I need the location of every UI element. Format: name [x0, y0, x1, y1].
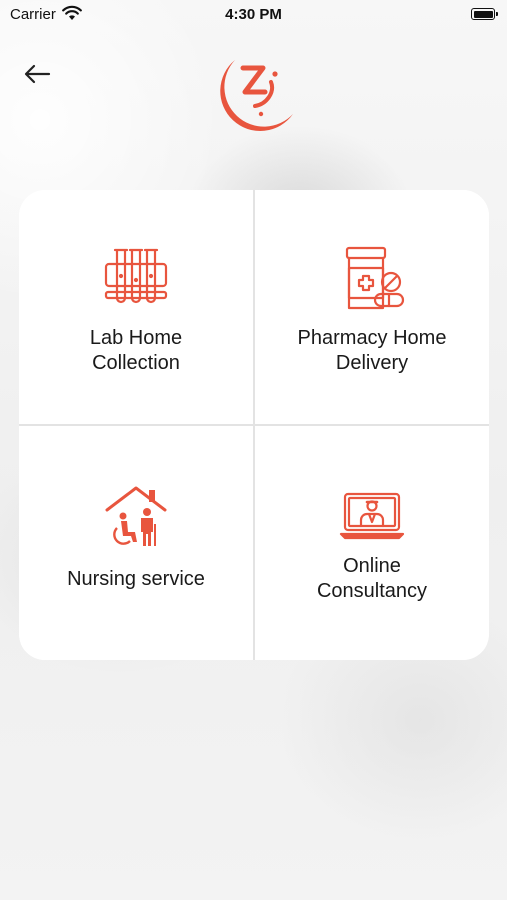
medicine-bottle-icon: [345, 246, 405, 310]
online-consultancy-tile[interactable]: Online Consultancy: [255, 426, 489, 660]
app-logo: [220, 60, 293, 132]
laptop-doctor-icon: [339, 492, 405, 540]
tile-label: Nursing service: [67, 568, 205, 590]
clock: 4:30 PM: [225, 6, 282, 23]
tile-label: Lab Home Collection: [89, 327, 183, 374]
status-bar: Carrier 4:30 PM: [0, 0, 507, 30]
home-care-icon: [105, 486, 167, 546]
battery-icon: [471, 8, 498, 20]
nursing-service-tile[interactable]: Nursing service: [19, 426, 253, 660]
tile-label: Online Consultancy: [316, 555, 428, 602]
back-arrow-icon[interactable]: [22, 62, 52, 86]
tile-label: Pharmacy Home Delivery: [297, 327, 447, 374]
test-tubes-icon: [104, 248, 168, 304]
pharmacy-home-delivery-tile[interactable]: Pharmacy Home Delivery: [255, 190, 489, 424]
lab-home-collection-tile[interactable]: Lab Home Collection: [19, 190, 253, 424]
services-grid: Lab Home Collection Pharmacy Home Delive…: [19, 190, 489, 660]
